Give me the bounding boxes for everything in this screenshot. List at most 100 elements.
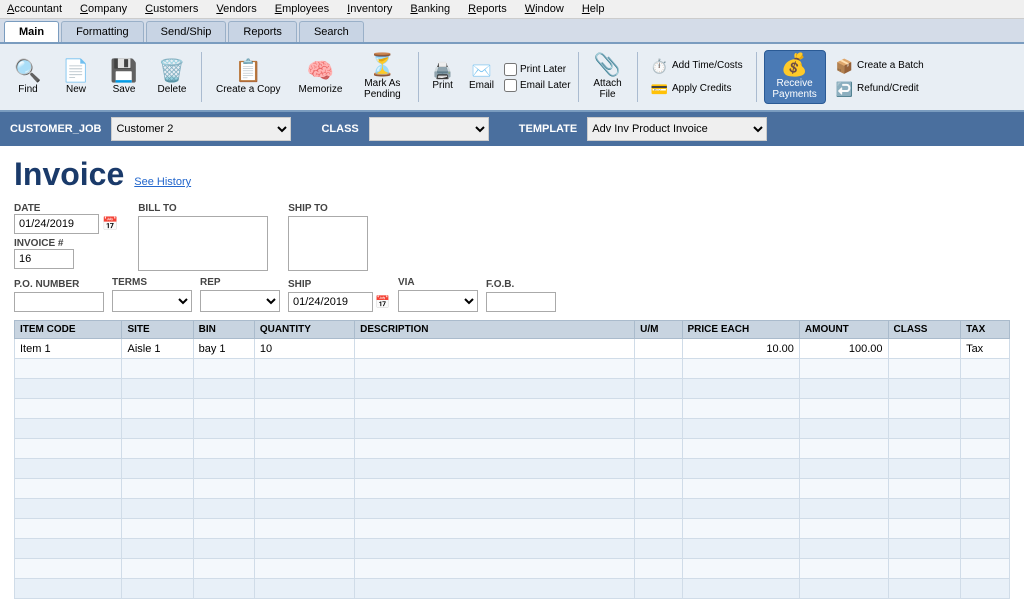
empty-cell[interactable] (15, 579, 122, 599)
empty-cell[interactable] (682, 439, 799, 459)
delete-button[interactable]: 🗑️ Delete (150, 56, 194, 99)
empty-cell[interactable] (122, 499, 193, 519)
empty-cell[interactable] (635, 399, 682, 419)
save-button[interactable]: 💾 Save (102, 56, 146, 99)
empty-cell[interactable] (122, 519, 193, 539)
empty-cell[interactable] (799, 519, 888, 539)
refund-credit-button[interactable]: ↩️ Refund/Credit (830, 79, 930, 99)
empty-cell[interactable] (888, 539, 961, 559)
invoice-num-input[interactable] (14, 249, 74, 269)
empty-cell[interactable] (961, 479, 1010, 499)
empty-cell[interactable] (635, 459, 682, 479)
empty-cell[interactable] (682, 399, 799, 419)
empty-cell[interactable] (254, 379, 354, 399)
empty-cell[interactable] (193, 419, 254, 439)
empty-cell[interactable] (635, 479, 682, 499)
empty-cell[interactable] (355, 399, 635, 419)
empty-cell[interactable] (254, 419, 354, 439)
empty-cell[interactable] (193, 399, 254, 419)
menu-vendors[interactable]: Vendors (213, 2, 259, 16)
empty-cell[interactable] (355, 559, 635, 579)
terms-select[interactable] (112, 290, 192, 312)
empty-cell[interactable] (254, 439, 354, 459)
empty-cell[interactable] (355, 439, 635, 459)
empty-cell[interactable] (122, 399, 193, 419)
empty-cell[interactable] (888, 439, 961, 459)
empty-cell[interactable] (888, 419, 961, 439)
cell-site[interactable]: Aisle 1 (122, 339, 193, 359)
empty-cell[interactable] (682, 539, 799, 559)
empty-cell[interactable] (888, 379, 961, 399)
empty-cell[interactable] (254, 479, 354, 499)
empty-cell[interactable] (799, 559, 888, 579)
ship-to-address[interactable] (288, 216, 368, 271)
empty-cell[interactable] (15, 419, 122, 439)
empty-cell[interactable] (682, 499, 799, 519)
empty-cell[interactable] (355, 579, 635, 599)
tab-formatting[interactable]: Formatting (61, 21, 144, 42)
empty-cell[interactable] (122, 459, 193, 479)
menu-employees[interactable]: Employees (272, 2, 332, 16)
empty-cell[interactable] (355, 459, 635, 479)
empty-cell[interactable] (355, 479, 635, 499)
empty-cell[interactable] (15, 519, 122, 539)
receive-payments-button[interactable]: 💰 ReceivePayments (764, 50, 826, 104)
empty-cell[interactable] (682, 579, 799, 599)
empty-cell[interactable] (15, 559, 122, 579)
empty-cell[interactable] (961, 419, 1010, 439)
menu-help[interactable]: Help (579, 2, 608, 16)
empty-cell[interactable] (15, 439, 122, 459)
empty-cell[interactable] (254, 539, 354, 559)
tab-send-ship[interactable]: Send/Ship (146, 21, 227, 42)
empty-cell[interactable] (254, 399, 354, 419)
empty-cell[interactable] (122, 579, 193, 599)
empty-cell[interactable] (888, 399, 961, 419)
empty-cell[interactable] (122, 559, 193, 579)
cell-um[interactable] (635, 339, 682, 359)
empty-cell[interactable] (122, 419, 193, 439)
menu-banking[interactable]: Banking (407, 2, 453, 16)
rep-select[interactable] (200, 290, 280, 312)
empty-cell[interactable] (961, 499, 1010, 519)
empty-cell[interactable] (15, 459, 122, 479)
empty-cell[interactable] (254, 459, 354, 479)
tab-main[interactable]: Main (4, 21, 59, 42)
empty-cell[interactable] (888, 519, 961, 539)
ship-calendar-icon[interactable]: 📅 (375, 295, 390, 309)
empty-cell[interactable] (635, 519, 682, 539)
empty-cell[interactable] (799, 359, 888, 379)
empty-cell[interactable] (193, 579, 254, 599)
po-input[interactable] (14, 292, 104, 312)
tab-reports[interactable]: Reports (228, 21, 297, 42)
empty-cell[interactable] (888, 479, 961, 499)
memorize-button[interactable]: 🧠 Memorize (291, 56, 349, 99)
empty-cell[interactable] (635, 499, 682, 519)
new-button[interactable]: 📄 New (54, 56, 98, 99)
empty-cell[interactable] (888, 559, 961, 579)
print-later-checkbox[interactable] (504, 63, 517, 76)
apply-credits-button[interactable]: 💳 Apply Credits (645, 79, 749, 99)
empty-cell[interactable] (961, 539, 1010, 559)
cell-description[interactable] (355, 339, 635, 359)
attach-file-button[interactable]: 📎 AttachFile (586, 50, 630, 104)
empty-cell[interactable] (961, 579, 1010, 599)
see-history-link[interactable]: See History (134, 176, 191, 188)
class-select[interactable] (369, 117, 489, 141)
bill-to-address[interactable] (138, 216, 268, 271)
empty-cell[interactable] (888, 459, 961, 479)
print-button[interactable]: 🖨️ Print (426, 61, 459, 94)
empty-cell[interactable] (635, 419, 682, 439)
empty-cell[interactable] (122, 479, 193, 499)
empty-cell[interactable] (355, 499, 635, 519)
empty-cell[interactable] (682, 479, 799, 499)
customer-job-select[interactable]: Customer 2 (111, 117, 291, 141)
tab-search[interactable]: Search (299, 21, 364, 42)
empty-cell[interactable] (193, 519, 254, 539)
empty-cell[interactable] (355, 519, 635, 539)
empty-cell[interactable] (193, 559, 254, 579)
cell-class[interactable] (888, 339, 961, 359)
empty-cell[interactable] (799, 459, 888, 479)
empty-cell[interactable] (15, 479, 122, 499)
menu-window[interactable]: Window (522, 2, 567, 16)
email-later-checkbox[interactable] (504, 79, 517, 92)
